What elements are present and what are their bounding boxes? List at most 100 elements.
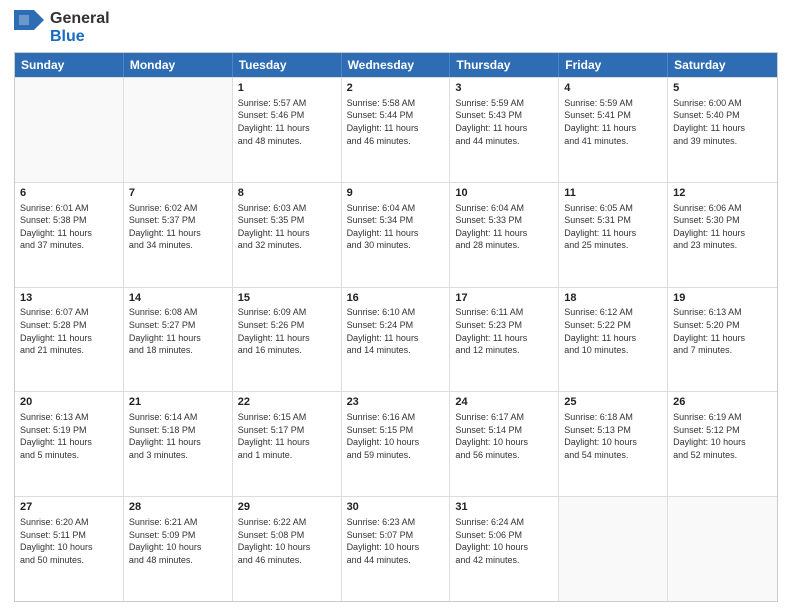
cal-cell bbox=[559, 497, 668, 601]
cal-cell: 8Sunrise: 6:03 AM Sunset: 5:35 PM Daylig… bbox=[233, 183, 342, 287]
cal-cell: 9Sunrise: 6:04 AM Sunset: 5:34 PM Daylig… bbox=[342, 183, 451, 287]
cal-cell-info: Sunrise: 6:17 AM Sunset: 5:14 PM Dayligh… bbox=[455, 411, 553, 461]
cal-cell: 12Sunrise: 6:06 AM Sunset: 5:30 PM Dayli… bbox=[668, 183, 777, 287]
cal-day-number: 19 bbox=[673, 291, 772, 306]
cal-cell: 10Sunrise: 6:04 AM Sunset: 5:33 PM Dayli… bbox=[450, 183, 559, 287]
cal-cell-info: Sunrise: 5:58 AM Sunset: 5:44 PM Dayligh… bbox=[347, 97, 445, 147]
cal-cell: 20Sunrise: 6:13 AM Sunset: 5:19 PM Dayli… bbox=[15, 392, 124, 496]
cal-day-number: 12 bbox=[673, 186, 772, 201]
cal-day-number: 1 bbox=[238, 81, 336, 96]
cal-header-wednesday: Wednesday bbox=[342, 53, 451, 77]
cal-cell-info: Sunrise: 6:03 AM Sunset: 5:35 PM Dayligh… bbox=[238, 202, 336, 252]
cal-header-sunday: Sunday bbox=[15, 53, 124, 77]
cal-week-3: 13Sunrise: 6:07 AM Sunset: 5:28 PM Dayli… bbox=[15, 287, 777, 392]
logo-general-text: General bbox=[50, 10, 110, 28]
cal-cell: 27Sunrise: 6:20 AM Sunset: 5:11 PM Dayli… bbox=[15, 497, 124, 601]
cal-cell: 21Sunrise: 6:14 AM Sunset: 5:18 PM Dayli… bbox=[124, 392, 233, 496]
cal-day-number: 20 bbox=[20, 395, 118, 410]
cal-cell-info: Sunrise: 6:22 AM Sunset: 5:08 PM Dayligh… bbox=[238, 516, 336, 566]
cal-cell: 28Sunrise: 6:21 AM Sunset: 5:09 PM Dayli… bbox=[124, 497, 233, 601]
cal-cell-info: Sunrise: 5:59 AM Sunset: 5:41 PM Dayligh… bbox=[564, 97, 662, 147]
cal-day-number: 22 bbox=[238, 395, 336, 410]
cal-cell: 29Sunrise: 6:22 AM Sunset: 5:08 PM Dayli… bbox=[233, 497, 342, 601]
cal-cell-info: Sunrise: 6:11 AM Sunset: 5:23 PM Dayligh… bbox=[455, 306, 553, 356]
logo-blue-text: Blue bbox=[50, 28, 110, 46]
cal-week-5: 27Sunrise: 6:20 AM Sunset: 5:11 PM Dayli… bbox=[15, 496, 777, 601]
calendar-header-row: SundayMondayTuesdayWednesdayThursdayFrid… bbox=[15, 53, 777, 77]
cal-cell bbox=[124, 78, 233, 182]
cal-cell: 26Sunrise: 6:19 AM Sunset: 5:12 PM Dayli… bbox=[668, 392, 777, 496]
logo: GeneralBlue bbox=[14, 10, 110, 46]
cal-day-number: 28 bbox=[129, 500, 227, 515]
cal-header-thursday: Thursday bbox=[450, 53, 559, 77]
cal-day-number: 29 bbox=[238, 500, 336, 515]
cal-cell-info: Sunrise: 6:06 AM Sunset: 5:30 PM Dayligh… bbox=[673, 202, 772, 252]
cal-cell-info: Sunrise: 6:19 AM Sunset: 5:12 PM Dayligh… bbox=[673, 411, 772, 461]
cal-cell-info: Sunrise: 6:04 AM Sunset: 5:33 PM Dayligh… bbox=[455, 202, 553, 252]
cal-cell-info: Sunrise: 5:59 AM Sunset: 5:43 PM Dayligh… bbox=[455, 97, 553, 147]
cal-day-number: 3 bbox=[455, 81, 553, 96]
cal-day-number: 31 bbox=[455, 500, 553, 515]
cal-day-number: 18 bbox=[564, 291, 662, 306]
cal-cell: 11Sunrise: 6:05 AM Sunset: 5:31 PM Dayli… bbox=[559, 183, 668, 287]
cal-cell-info: Sunrise: 6:15 AM Sunset: 5:17 PM Dayligh… bbox=[238, 411, 336, 461]
cal-cell: 24Sunrise: 6:17 AM Sunset: 5:14 PM Dayli… bbox=[450, 392, 559, 496]
cal-cell-info: Sunrise: 6:05 AM Sunset: 5:31 PM Dayligh… bbox=[564, 202, 662, 252]
cal-day-number: 13 bbox=[20, 291, 118, 306]
cal-day-number: 8 bbox=[238, 186, 336, 201]
cal-cell bbox=[15, 78, 124, 182]
page: GeneralBlue SundayMondayTuesdayWednesday… bbox=[0, 0, 792, 612]
cal-header-saturday: Saturday bbox=[668, 53, 777, 77]
cal-cell: 15Sunrise: 6:09 AM Sunset: 5:26 PM Dayli… bbox=[233, 288, 342, 392]
cal-day-number: 11 bbox=[564, 186, 662, 201]
cal-cell: 19Sunrise: 6:13 AM Sunset: 5:20 PM Dayli… bbox=[668, 288, 777, 392]
cal-cell-info: Sunrise: 6:18 AM Sunset: 5:13 PM Dayligh… bbox=[564, 411, 662, 461]
cal-cell-info: Sunrise: 6:09 AM Sunset: 5:26 PM Dayligh… bbox=[238, 306, 336, 356]
cal-cell-info: Sunrise: 6:24 AM Sunset: 5:06 PM Dayligh… bbox=[455, 516, 553, 566]
cal-day-number: 23 bbox=[347, 395, 445, 410]
cal-day-number: 17 bbox=[455, 291, 553, 306]
cal-cell-info: Sunrise: 6:20 AM Sunset: 5:11 PM Dayligh… bbox=[20, 516, 118, 566]
cal-cell-info: Sunrise: 6:12 AM Sunset: 5:22 PM Dayligh… bbox=[564, 306, 662, 356]
cal-header-monday: Monday bbox=[124, 53, 233, 77]
cal-day-number: 5 bbox=[673, 81, 772, 96]
cal-day-number: 9 bbox=[347, 186, 445, 201]
cal-cell-info: Sunrise: 6:13 AM Sunset: 5:20 PM Dayligh… bbox=[673, 306, 772, 356]
cal-header-friday: Friday bbox=[559, 53, 668, 77]
cal-cell-info: Sunrise: 6:00 AM Sunset: 5:40 PM Dayligh… bbox=[673, 97, 772, 147]
cal-cell: 3Sunrise: 5:59 AM Sunset: 5:43 PM Daylig… bbox=[450, 78, 559, 182]
cal-day-number: 21 bbox=[129, 395, 227, 410]
cal-cell-info: Sunrise: 6:01 AM Sunset: 5:38 PM Dayligh… bbox=[20, 202, 118, 252]
cal-cell-info: Sunrise: 5:57 AM Sunset: 5:46 PM Dayligh… bbox=[238, 97, 336, 147]
cal-cell: 13Sunrise: 6:07 AM Sunset: 5:28 PM Dayli… bbox=[15, 288, 124, 392]
cal-cell: 6Sunrise: 6:01 AM Sunset: 5:38 PM Daylig… bbox=[15, 183, 124, 287]
cal-day-number: 25 bbox=[564, 395, 662, 410]
cal-cell: 4Sunrise: 5:59 AM Sunset: 5:41 PM Daylig… bbox=[559, 78, 668, 182]
cal-day-number: 2 bbox=[347, 81, 445, 96]
cal-cell: 1Sunrise: 5:57 AM Sunset: 5:46 PM Daylig… bbox=[233, 78, 342, 182]
cal-day-number: 26 bbox=[673, 395, 772, 410]
cal-cell: 31Sunrise: 6:24 AM Sunset: 5:06 PM Dayli… bbox=[450, 497, 559, 601]
cal-cell: 30Sunrise: 6:23 AM Sunset: 5:07 PM Dayli… bbox=[342, 497, 451, 601]
cal-day-number: 10 bbox=[455, 186, 553, 201]
cal-day-number: 30 bbox=[347, 500, 445, 515]
cal-cell-info: Sunrise: 6:14 AM Sunset: 5:18 PM Dayligh… bbox=[129, 411, 227, 461]
cal-day-number: 24 bbox=[455, 395, 553, 410]
cal-week-2: 6Sunrise: 6:01 AM Sunset: 5:38 PM Daylig… bbox=[15, 182, 777, 287]
header: GeneralBlue bbox=[14, 10, 778, 46]
cal-day-number: 16 bbox=[347, 291, 445, 306]
cal-cell-info: Sunrise: 6:10 AM Sunset: 5:24 PM Dayligh… bbox=[347, 306, 445, 356]
cal-week-1: 1Sunrise: 5:57 AM Sunset: 5:46 PM Daylig… bbox=[15, 77, 777, 182]
cal-cell: 25Sunrise: 6:18 AM Sunset: 5:13 PM Dayli… bbox=[559, 392, 668, 496]
cal-cell-info: Sunrise: 6:21 AM Sunset: 5:09 PM Dayligh… bbox=[129, 516, 227, 566]
calendar: SundayMondayTuesdayWednesdayThursdayFrid… bbox=[14, 52, 778, 602]
cal-day-number: 6 bbox=[20, 186, 118, 201]
cal-header-tuesday: Tuesday bbox=[233, 53, 342, 77]
cal-day-number: 15 bbox=[238, 291, 336, 306]
cal-cell-info: Sunrise: 6:16 AM Sunset: 5:15 PM Dayligh… bbox=[347, 411, 445, 461]
cal-day-number: 27 bbox=[20, 500, 118, 515]
cal-cell: 5Sunrise: 6:00 AM Sunset: 5:40 PM Daylig… bbox=[668, 78, 777, 182]
cal-cell bbox=[668, 497, 777, 601]
logo-icon bbox=[14, 10, 44, 46]
cal-day-number: 7 bbox=[129, 186, 227, 201]
